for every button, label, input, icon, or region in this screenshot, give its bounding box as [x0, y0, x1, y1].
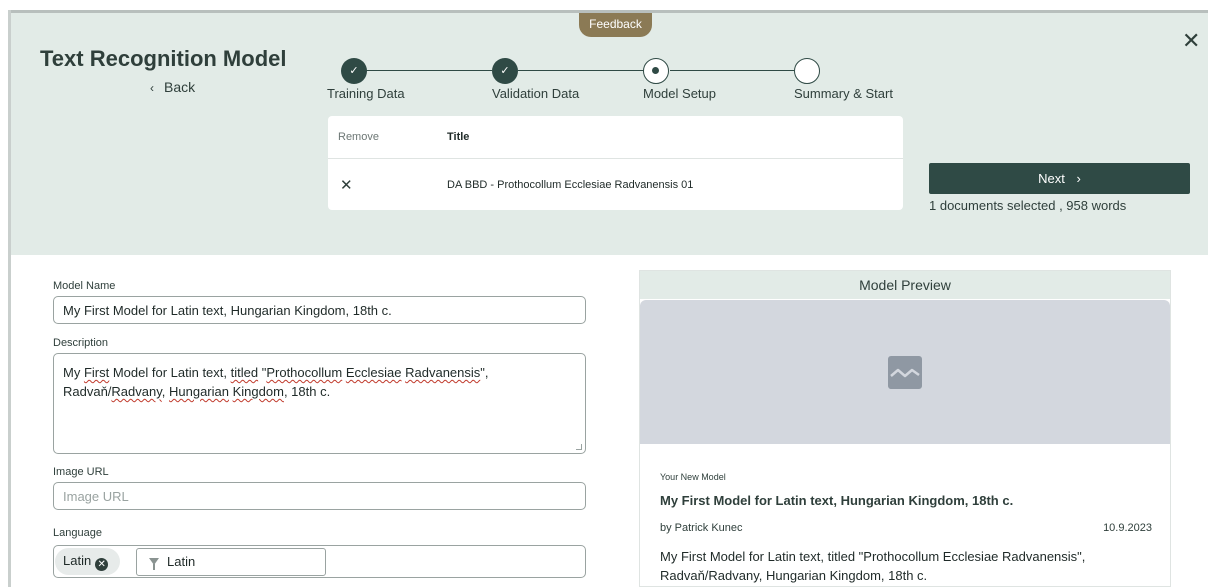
feedback-button[interactable]: Feedback [579, 13, 652, 37]
step-label-training-data: Training Data [327, 86, 405, 101]
step-summary-start-icon[interactable] [794, 58, 820, 84]
preview-author: by Patrick Kunec [660, 522, 743, 534]
description-label: Description [53, 337, 109, 349]
description-textarea[interactable]: My First Model for Latin text, titled "P… [53, 353, 586, 454]
preview-image [640, 300, 1170, 444]
preview-model-name: My First Model for Latin text, Hungarian… [660, 493, 1014, 508]
image-placeholder-icon [888, 356, 922, 389]
model-preview-card: Model Preview Your New Model My First Mo… [639, 270, 1171, 587]
image-url-label: Image URL [53, 466, 109, 478]
preview-header: Model Preview [640, 271, 1170, 299]
model-wizard-window: Feedback Text Recognition Model ‹ Back ✕ … [0, 0, 1208, 587]
column-header-title: Title [447, 131, 470, 143]
resize-handle-icon[interactable] [576, 444, 582, 450]
language-chip[interactable]: Latin ✕ [55, 548, 120, 575]
chevron-right-icon: › [1076, 171, 1081, 186]
description-text: My First Model for Latin text, titled "P… [63, 365, 489, 399]
next-button[interactable]: Next › [929, 163, 1190, 194]
table-row-title: DA BBD - Prothocollum Ecclesiae Radvanen… [447, 179, 694, 191]
preview-date: 10.9.2023 [1103, 522, 1152, 534]
next-label: Next [1038, 171, 1065, 186]
language-filter-value: Latin [167, 554, 196, 569]
stepper-connector [366, 70, 492, 71]
step-label-model-setup: Model Setup [643, 86, 716, 101]
image-url-input[interactable]: Image URL [53, 482, 586, 510]
stepper-connector [518, 70, 644, 71]
filter-icon [149, 558, 159, 570]
step-validation-data-check-icon[interactable]: ✓ [492, 58, 518, 84]
step-training-data-check-icon[interactable]: ✓ [341, 58, 367, 84]
back-label: Back [164, 79, 196, 95]
step-label-validation-data: Validation Data [492, 86, 580, 101]
preview-description: My First Model for Latin text, titled "P… [660, 549, 1086, 583]
preview-kicker: Your New Model [660, 472, 726, 482]
step-model-setup-active-icon[interactable] [643, 58, 669, 84]
step-label-summary-start: Summary & Start [794, 86, 893, 101]
window-left-border [8, 10, 11, 587]
table-divider [328, 158, 903, 159]
model-name-label: Model Name [53, 280, 116, 292]
language-chip-label: Latin [63, 553, 92, 568]
documents-table: Remove Title ✕ DA BBD - Prothocollum Ecc… [328, 116, 903, 210]
stepper-connector [670, 70, 794, 71]
model-name-input[interactable]: My First Model for Latin text, Hungarian… [53, 296, 586, 324]
chevron-left-icon: ‹ [150, 81, 154, 95]
remove-row-close-icon[interactable]: ✕ [340, 176, 353, 194]
selection-summary: 1 documents selected , 958 words [929, 198, 1127, 213]
language-label: Language [53, 527, 102, 539]
close-icon[interactable]: ✕ [1182, 30, 1200, 52]
language-filter-input[interactable]: Latin [136, 548, 326, 576]
back-button[interactable]: ‹ Back [150, 79, 195, 95]
column-header-remove: Remove [338, 131, 379, 143]
page-title: Text Recognition Model [40, 46, 287, 71]
chip-remove-icon[interactable]: ✕ [95, 558, 109, 571]
